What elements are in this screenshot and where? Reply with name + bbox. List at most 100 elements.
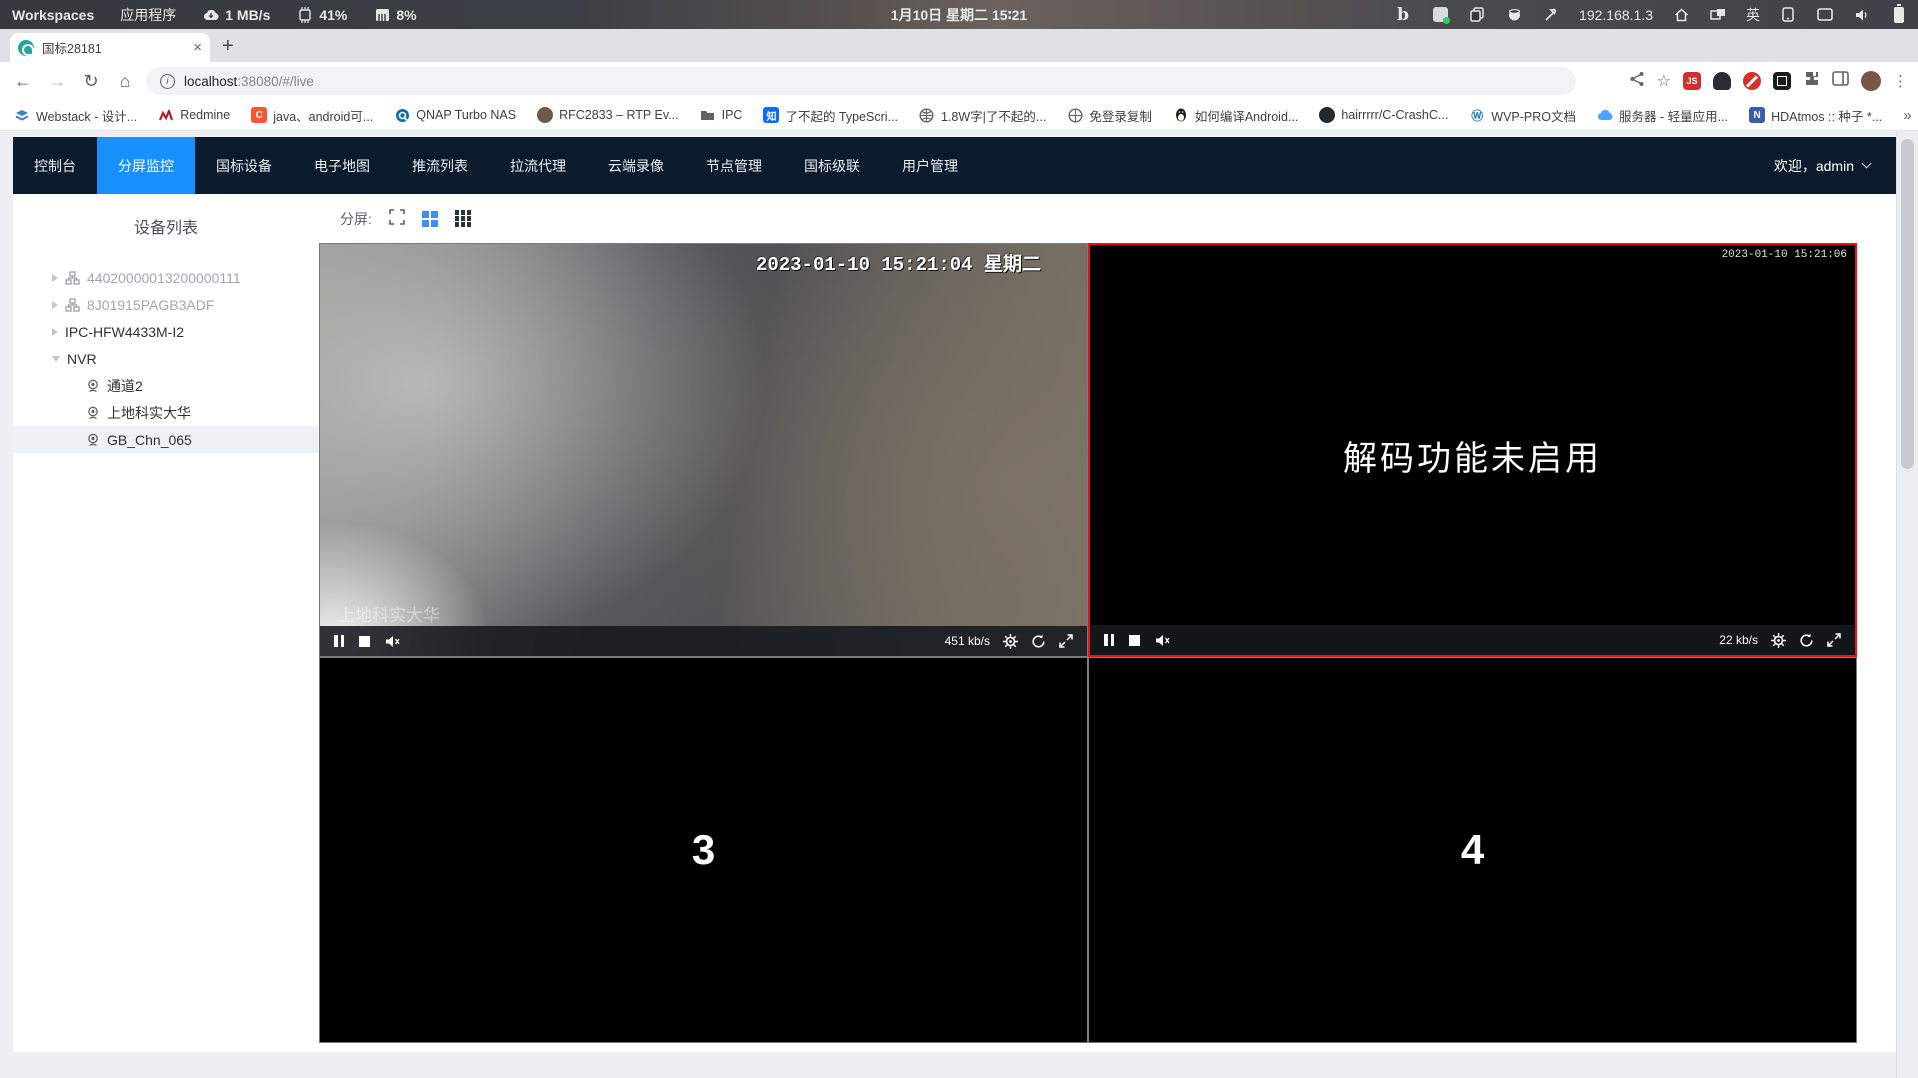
bitrate-label: 22 kb/s <box>1719 633 1758 647</box>
extension-dark-reader-icon[interactable] <box>1713 72 1731 90</box>
tab-title: 国标28181 <box>42 42 102 56</box>
bookmark-redmine[interactable]: Redmine <box>158 107 230 123</box>
side-panel-icon[interactable] <box>1832 71 1849 91</box>
video-osd-timestamp: 2023-01-10 15:21:06 <box>1721 249 1847 261</box>
tree-node-device[interactable]: 44020000013200000111 <box>13 264 319 291</box>
grid-3x3-icon[interactable] <box>454 210 472 227</box>
tree-node-device[interactable]: IPC-HFW4433M-I2 <box>13 318 319 345</box>
volume-muted-icon[interactable] <box>1155 634 1171 647</box>
nav-item-gb-cascade[interactable]: 国标级联 <box>783 137 881 194</box>
extensions-puzzle-icon[interactable] <box>1803 70 1820 92</box>
grid-2x2-icon[interactable] <box>421 210 438 227</box>
reload-button[interactable]: ↻ <box>78 71 104 92</box>
back-button[interactable]: ← <box>10 71 36 92</box>
battery-icon[interactable] <box>1890 3 1908 24</box>
video-cell-2-selected[interactable]: 2023-01-10 15:21:06 解码功能未启用 22 kb/s <box>1088 243 1857 657</box>
volume-muted-icon[interactable] <box>385 635 401 648</box>
bookmark-ipc-folder[interactable]: IPC <box>700 107 742 123</box>
caret-right-icon[interactable] <box>52 327 58 336</box>
refresh-icon[interactable] <box>1031 634 1046 649</box>
display-icon[interactable] <box>1816 6 1834 24</box>
bookmark-article-1[interactable]: 1.8W字|了不起的... <box>919 106 1046 125</box>
tab-favicon <box>18 39 34 56</box>
nav-item-cloud-record[interactable]: 云端录像 <box>587 137 685 194</box>
tree-node-channel[interactable]: 通道2 <box>13 372 319 399</box>
volume-icon[interactable] <box>1853 6 1871 24</box>
bookmark-star-icon[interactable]: ☆ <box>1657 71 1671 91</box>
nav-item-node-manage[interactable]: 节点管理 <box>685 137 783 194</box>
share-icon[interactable] <box>1629 71 1645 92</box>
forward-button[interactable]: → <box>44 71 70 92</box>
bookmark-hdatmos[interactable]: N HDAtmos :: 种子 *... <box>1749 106 1882 125</box>
new-tab-button[interactable]: + <box>222 35 234 58</box>
nav-item-console[interactable]: 控制台 <box>13 137 97 194</box>
nav-item-pull-proxy[interactable]: 拉流代理 <box>489 137 587 194</box>
bookmark-csdn[interactable]: C java、android可... <box>251 106 373 125</box>
refresh-icon[interactable] <box>1799 633 1814 648</box>
caret-right-icon[interactable] <box>52 273 58 282</box>
clipboard-icon[interactable] <box>1468 6 1486 24</box>
nav-item-e-map[interactable]: 电子地图 <box>293 137 391 194</box>
webcam-icon <box>86 406 100 420</box>
nav-item-push-list[interactable]: 推流列表 <box>391 137 489 194</box>
nav-item-gb-devices[interactable]: 国标设备 <box>195 137 293 194</box>
bookmark-cloud-server[interactable]: 服务器 - 轻量应用... <box>1597 106 1728 125</box>
tree-node-channel-selected[interactable]: GB_Chn_065 <box>13 426 319 453</box>
tree-node-device-expanded[interactable]: NVR <box>13 345 319 372</box>
settings-gear-icon[interactable] <box>1771 632 1786 648</box>
phone-connect-icon[interactable] <box>1779 6 1797 24</box>
video-cell-1[interactable]: 2023-01-10 15:21:04 星期二 上地科实大华 451 kb/s <box>319 243 1088 657</box>
tree-node-device[interactable]: 8J01915PAGB3ADF <box>13 291 319 318</box>
pause-icon[interactable] <box>334 635 344 647</box>
penguin-icon <box>1173 107 1189 123</box>
caret-down-icon[interactable] <box>52 355 60 362</box>
color-picker-icon[interactable] <box>1542 6 1560 24</box>
bing-icon[interactable]: b <box>1394 5 1412 25</box>
profile-avatar[interactable] <box>1861 71 1881 91</box>
browser-toolbar: ← → ↻ ⌂ i localhost:38080/#/live ☆ JS ⋮ <box>0 62 1918 100</box>
settings-gear-icon[interactable] <box>1003 633 1018 649</box>
expand-icon[interactable] <box>1827 633 1841 647</box>
bookmark-android-build[interactable]: 如何编译Android... <box>1173 106 1298 125</box>
screenshot-app-icon[interactable] <box>1431 6 1450 24</box>
input-language-indicator[interactable]: 英 <box>1746 5 1760 25</box>
nav-item-user-manage[interactable]: 用户管理 <box>881 137 979 194</box>
browser-menu-icon[interactable]: ⋮ <box>1893 72 1908 90</box>
page-scrollbar[interactable] <box>1896 131 1918 1078</box>
bookmark-webstack[interactable]: Webstack - 设计... <box>14 106 137 125</box>
workspaces-button[interactable]: Workspaces <box>12 7 94 23</box>
caret-right-icon[interactable] <box>52 300 58 309</box>
stop-icon[interactable] <box>1129 634 1140 646</box>
rfc-avatar-icon <box>537 107 554 123</box>
pause-icon[interactable] <box>1104 634 1114 646</box>
address-bar[interactable]: i localhost:38080/#/live <box>146 67 1576 95</box>
bookmark-wvp-doc[interactable]: Ⓦ WVP-PRO文档 <box>1469 106 1576 125</box>
browser-tab[interactable]: 国标28181 × <box>10 33 210 62</box>
extension-adblock-icon[interactable] <box>1743 72 1761 90</box>
fullscreen-icon[interactable] <box>389 209 405 228</box>
nav-item-split-screen-monitor[interactable]: 分屏监控 <box>97 137 195 194</box>
bookmark-rfc2833[interactable]: RFC2833 – RTP Ev... <box>537 107 679 123</box>
tree-node-channel[interactable]: 上地科实大华 <box>13 399 319 426</box>
bookmark-copy-tool[interactable]: 免登录复制 <box>1067 106 1152 125</box>
video-cell-3-empty[interactable]: 3 <box>319 657 1088 1043</box>
applications-menu[interactable]: 应用程序 <box>120 5 176 25</box>
scrollbar-thumb[interactable] <box>1901 139 1914 469</box>
site-info-icon[interactable]: i <box>160 73 175 89</box>
bookmarks-overflow-chevron[interactable]: » <box>1903 107 1911 124</box>
extension-ublock-icon[interactable] <box>1773 72 1791 90</box>
bookmark-zhihu[interactable]: 知 了不起的 TypeScri... <box>763 106 898 125</box>
user-menu[interactable]: 欢迎，admin <box>1774 156 1896 176</box>
coffee-cup-icon[interactable] <box>1505 6 1523 24</box>
extension-js-icon[interactable]: JS <box>1683 72 1701 90</box>
browser-home-button[interactable]: ⌂ <box>112 71 138 92</box>
workspace-switcher-icon[interactable] <box>1709 6 1727 24</box>
expand-icon[interactable] <box>1059 634 1073 648</box>
decode-disabled-message: 解码功能未启用 <box>1343 440 1602 478</box>
bookmark-github[interactable]: hairrrrr/C-CrashC... <box>1319 107 1448 123</box>
video-cell-4-empty[interactable]: 4 <box>1088 657 1857 1043</box>
stop-icon[interactable] <box>359 635 370 647</box>
home-icon[interactable] <box>1672 6 1690 24</box>
bookmark-qnap[interactable]: QNAP Turbo NAS <box>394 107 516 123</box>
tab-close-icon[interactable]: × <box>193 40 202 55</box>
